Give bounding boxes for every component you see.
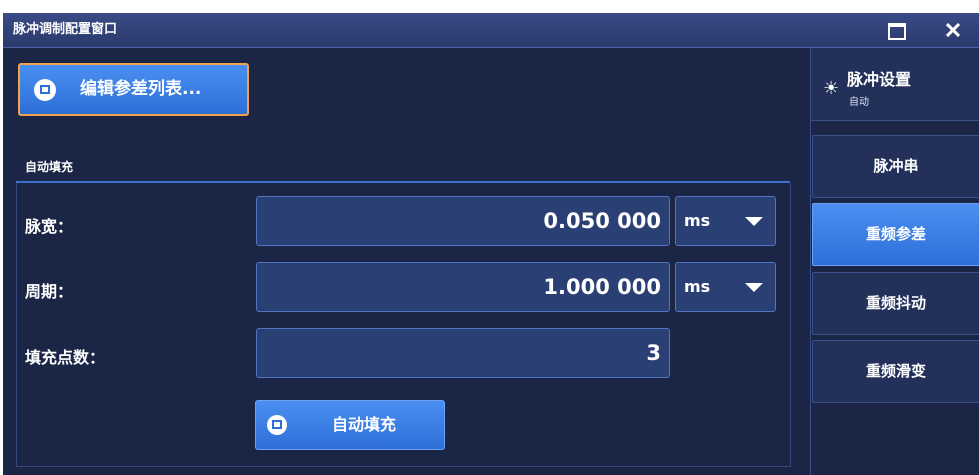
sidebar-item-prf-slide[interactable]: 重频滑变 [812,340,979,403]
edit-icon [34,79,56,101]
sidebar-item-prf-stagger[interactable]: 重频参差 [812,203,979,266]
main-panel: 编辑参差列表... 自动填充 脉宽： 0.050 000 ms 周期： 1.00… [3,48,809,475]
sidebar-item-pulse-train[interactable]: 脉冲串 [812,135,979,198]
autofill-button[interactable]: 自动填充 [255,400,445,450]
fill-points-input[interactable]: 3 [256,328,670,378]
pulse-width-unit-value: ms [684,211,711,230]
pulse-settings-sidebar: ☀ 脉冲设置 自动 脉冲串 重频参差 重频抖动 重频滑变 [810,48,979,475]
close-icon [946,23,960,37]
pulse-width-label: 脉宽： [25,217,74,236]
chevron-down-icon [745,217,763,226]
autofill-icon [267,415,287,435]
autofill-section-label: 自动填充 [25,160,74,174]
edit-stagger-list-label: 编辑参差列表... [80,79,202,99]
pulse-settings-header[interactable]: ☀ 脉冲设置 自动 [811,48,979,121]
sun-icon: ☀ [823,78,840,99]
close-button[interactable] [933,13,973,47]
pulse-modulation-config-window: 脉冲调制配置窗口 编辑参差列表... 自动填充 脉宽： 0.050 000 ms… [3,13,979,475]
period-unit-value: ms [684,277,711,296]
maximize-button[interactable] [877,13,917,47]
title-bar[interactable]: 脉冲调制配置窗口 [3,13,979,48]
autofill-button-label: 自动填充 [332,415,397,434]
period-label: 周期： [25,282,74,301]
pulse-settings-mode: 自动 [849,97,869,108]
pulse-width-unit-select[interactable]: ms [675,196,776,246]
fill-points-label: 填充点数： [25,348,106,367]
chevron-down-icon [745,283,763,292]
edit-stagger-list-button[interactable]: 编辑参差列表... [18,63,249,116]
pulse-settings-title: 脉冲设置 [847,70,912,89]
period-input[interactable]: 1.000 000 [256,262,670,312]
window-title: 脉冲调制配置窗口 [13,22,118,37]
maximize-icon [888,23,906,40]
period-unit-select[interactable]: ms [675,262,776,312]
pulse-width-input[interactable]: 0.050 000 [256,196,670,246]
sidebar-item-prf-jitter[interactable]: 重频抖动 [812,272,979,335]
